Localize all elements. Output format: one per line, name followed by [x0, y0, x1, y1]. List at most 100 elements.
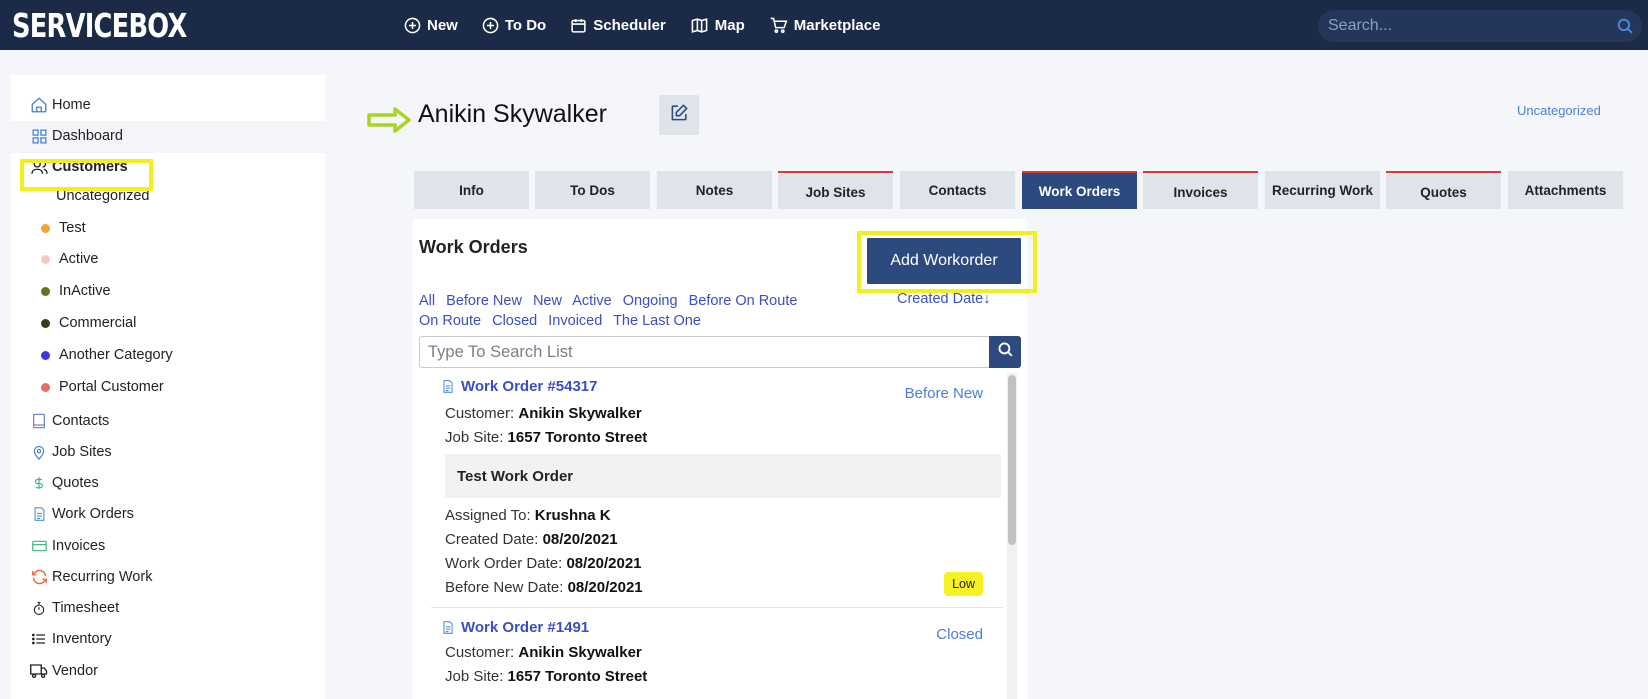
list-search-input[interactable] — [428, 337, 988, 367]
sidebar-item-quotes[interactable]: Quotes — [29, 473, 99, 493]
sidebar-item-label: Job Sites — [52, 444, 112, 460]
add-workorder-highlight — [857, 231, 1037, 293]
page-title: Anikin Skywalker — [418, 100, 607, 128]
tab-quotes[interactable]: Quotes — [1386, 171, 1501, 209]
created-date-label: Created Date: — [445, 531, 539, 548]
sidebar-item-portal-customer[interactable]: Portal Customer — [41, 379, 164, 395]
assigned-to-value: Krushna K — [534, 507, 611, 524]
filter-invoiced[interactable]: Invoiced — [548, 313, 602, 329]
sidebar-item-inactive[interactable]: InActive — [41, 283, 111, 299]
status-filters: All Before New New Active Ongoing Before… — [419, 291, 839, 331]
tab-todos[interactable]: To Dos — [535, 171, 650, 209]
sidebar-item-test[interactable]: Test — [41, 220, 86, 236]
sidebar-item-job-sites[interactable]: Job Sites — [29, 442, 112, 462]
job-site-line: Job Site: 1657 Toronto Street — [445, 668, 647, 685]
home-icon — [29, 95, 49, 115]
sidebar-item-contacts[interactable]: Contacts — [29, 411, 109, 431]
sidebar-item-label: Work Orders — [52, 506, 134, 522]
dollar-icon — [29, 473, 49, 493]
work-order-date-value: 08/20/2021 — [566, 555, 642, 572]
tab-invoices[interactable]: Invoices — [1143, 171, 1258, 209]
list-scrollbar[interactable] — [1007, 373, 1017, 699]
sidebar-item-label: Active — [59, 251, 99, 267]
sidebar-item-label: Dashboard — [52, 128, 123, 144]
sidebar-item-active[interactable]: Active — [41, 251, 99, 267]
customer-line: Customer: Anikin Skywalker — [445, 405, 642, 422]
map-label: Map — [714, 16, 745, 34]
tab-info[interactable]: Info — [414, 171, 529, 209]
global-search-input[interactable] — [1328, 10, 1608, 42]
app-logo[interactable]: SERVICEBOX — [12, 6, 187, 45]
tab-contacts[interactable]: Contacts — [900, 171, 1015, 209]
marketplace-button[interactable]: Marketplace — [769, 17, 880, 34]
sidebar-item-label: Inventory — [52, 631, 112, 647]
filter-ongoing[interactable]: Ongoing — [623, 293, 678, 309]
sidebar-item-label: Contacts — [52, 413, 110, 429]
work-order-link[interactable]: Work Order #1491 — [441, 619, 589, 636]
job-site-value: 1657 Toronto Street — [507, 429, 648, 446]
arrow-right-icon — [366, 106, 412, 139]
global-search — [1318, 10, 1642, 42]
book-icon — [29, 411, 49, 431]
filter-before-new[interactable]: Before New — [446, 293, 522, 309]
todo-button[interactable]: To Do — [482, 17, 546, 34]
panel-title: Work Orders — [419, 237, 528, 257]
search-icon[interactable] — [1616, 17, 1634, 40]
list-search — [419, 336, 1021, 368]
tab-work-orders[interactable]: Work Orders — [1022, 171, 1137, 209]
list-search-button[interactable] — [989, 336, 1021, 368]
document-icon — [441, 619, 455, 636]
work-order-description: Test Work Order — [445, 454, 1001, 498]
new-button[interactable]: New — [404, 17, 458, 34]
customers-highlight — [20, 159, 153, 191]
sidebar-item-invoices[interactable]: Invoices — [29, 536, 105, 556]
edit-button[interactable] — [659, 95, 699, 135]
tab-attachments[interactable]: Attachments — [1508, 171, 1623, 209]
assigned-to-line: Assigned To: Krushna K — [445, 507, 611, 524]
sidebar-item-inventory[interactable]: Inventory — [29, 629, 112, 649]
sidebar-item-vendor[interactable]: Vendor — [29, 661, 98, 681]
sidebar-item-work-orders[interactable]: Work Orders — [29, 504, 134, 524]
scrollbar-thumb[interactable] — [1008, 375, 1016, 545]
filter-all[interactable]: All — [419, 293, 435, 309]
filter-on-route[interactable]: On Route — [419, 313, 481, 329]
document-icon — [29, 504, 49, 524]
scheduler-button[interactable]: Scheduler — [570, 17, 666, 34]
refresh-icon — [29, 567, 49, 587]
map-button[interactable]: Map — [690, 17, 745, 34]
sidebar-item-label: Recurring Work — [52, 569, 153, 585]
category-link[interactable]: Uncategorized — [1517, 103, 1601, 118]
sidebar-item-timesheet[interactable]: Timesheet — [29, 598, 119, 618]
filter-active[interactable]: Active — [572, 293, 612, 309]
tab-recurring-work[interactable]: Recurring Work — [1265, 171, 1380, 209]
job-site-line: Job Site: 1657 Toronto Street — [445, 429, 647, 446]
customer-label: Customer: — [445, 644, 515, 661]
stopwatch-icon — [29, 598, 49, 618]
grid-icon — [29, 126, 49, 146]
document-icon — [441, 378, 455, 395]
sort-created-date[interactable]: Created Date↓ — [897, 291, 991, 307]
filter-closed[interactable]: Closed — [492, 313, 537, 329]
todo-label: To Do — [504, 16, 547, 34]
tab-notes[interactable]: Notes — [657, 171, 772, 209]
filter-the-last-one[interactable]: The Last One — [613, 313, 701, 329]
sort-label: Created Date — [897, 291, 984, 307]
work-order-list: Work Order #54317 Before New Customer: A… — [431, 374, 1003, 699]
tab-job-sites[interactable]: Job Sites — [778, 171, 893, 209]
customer-value: Anikin Skywalker — [518, 405, 642, 422]
sidebar-item-another-category[interactable]: Another Category — [41, 347, 173, 363]
customer-value: Anikin Skywalker — [518, 644, 642, 661]
filter-before-on-route[interactable]: Before On Route — [689, 293, 798, 309]
job-site-label: Job Site: — [445, 668, 504, 685]
sidebar-item-commercial[interactable]: Commercial — [41, 315, 136, 331]
status-badge: Closed — [936, 626, 983, 643]
sidebar-item-recurring-work[interactable]: Recurring Work — [29, 567, 152, 587]
divider — [431, 607, 1003, 608]
filter-new[interactable]: New — [533, 293, 562, 309]
sidebar-item-home[interactable]: Home — [29, 95, 91, 115]
work-order-link[interactable]: Work Order #54317 — [441, 378, 597, 395]
category-dot — [41, 223, 50, 233]
plus-circle-icon — [404, 17, 421, 34]
sidebar-item-dashboard[interactable]: Dashboard — [29, 126, 123, 146]
assigned-to-label: Assigned To: — [445, 507, 531, 524]
